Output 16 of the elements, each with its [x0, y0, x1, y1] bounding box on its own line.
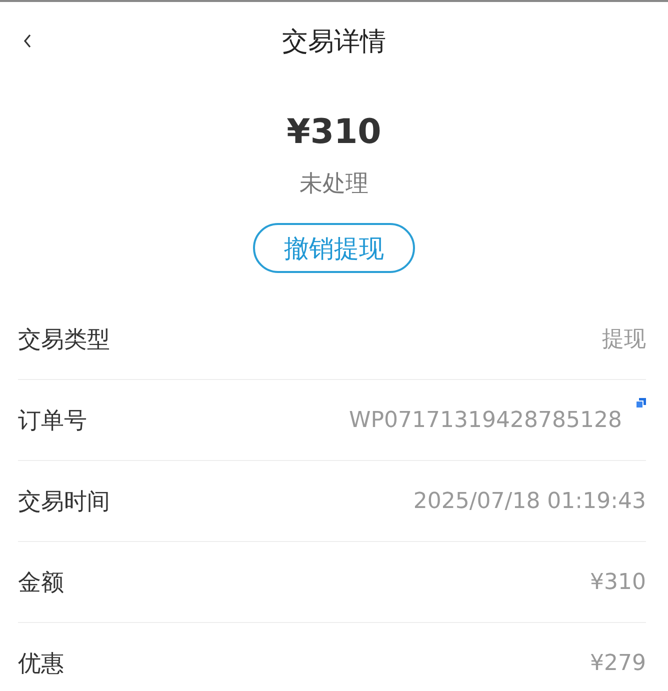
back-icon[interactable] [22, 33, 32, 49]
amount-text: ¥310 [286, 111, 382, 154]
field-value: ¥310 [590, 570, 646, 594]
copy-icon[interactable] [636, 398, 646, 408]
field-label: 金额 [18, 568, 64, 598]
field-value: 提现 [602, 326, 646, 354]
page-title: 交易详情 [282, 26, 386, 58]
field-value: ¥279 [590, 650, 646, 676]
cancel-withdrawal-button[interactable]: 撤销提现 [253, 223, 415, 273]
field-label: 交易时间 [18, 488, 110, 516]
field-label: 优惠 [18, 650, 64, 678]
field-value: WP07171319428785128 [349, 408, 622, 432]
status-text: 未处理 [300, 170, 368, 199]
field-value: 2025/07/18 01:19:43 [413, 488, 646, 514]
field-label: 订单号 [18, 406, 87, 436]
field-label: 交易类型 [18, 326, 110, 354]
